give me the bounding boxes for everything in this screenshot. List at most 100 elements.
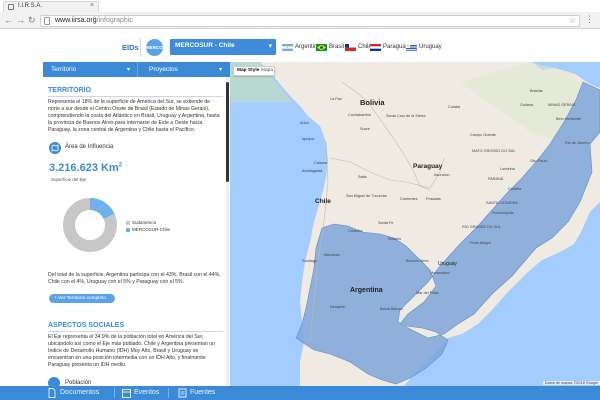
back-button[interactable]: ← [4, 15, 13, 25]
map-view[interactable]: Bolivia Paraguay Chile Argentina Uruguay… [230, 62, 600, 386]
panel-scrollbar[interactable] [226, 77, 229, 386]
sources-icon [178, 388, 187, 398]
eje-badge-icon: MERCOSUR [146, 39, 172, 56]
uruguay-flag-icon [406, 44, 417, 51]
area-sublabel: Superficie del Eje [51, 177, 87, 182]
map-label-florianopolis: Florianópolis [492, 211, 514, 215]
legend-label: MERCOSUR-Chile [132, 227, 171, 232]
footer-label: Documentos [60, 389, 100, 396]
page-favicon-icon [8, 4, 14, 10]
map-label-cochabamba: Cochabamba [348, 113, 371, 117]
map-label-calama: Calama [314, 161, 328, 165]
document-icon [48, 388, 56, 398]
map-label-posadas: Posadas [426, 197, 441, 201]
footer-label: Eventos [134, 389, 160, 396]
map-label-corrientes: Corrientes [400, 197, 418, 201]
header-divider [140, 38, 141, 56]
area-number: 3.216.623 Km [49, 162, 119, 174]
map-label-rio-grande-do-sul: RIO GRANDE DO SUL [462, 225, 501, 229]
chevron-down-icon: ▾ [127, 67, 131, 73]
map-label-asuncion: Asunción [434, 173, 450, 177]
map-label-mendoza: Mendoza [324, 253, 341, 257]
map-label-londrina: Londrina [500, 167, 516, 171]
map-label-bahia-blanca: Bahía Blanca [380, 307, 403, 311]
map-label-goiania: Goiânia [520, 103, 534, 107]
bookmark-star-icon[interactable]: ☆ [569, 16, 576, 25]
territorio-text: Representa el 18% de la superficie de Am… [48, 99, 220, 133]
chile-flag-icon [345, 44, 356, 51]
address-bar-row: ← → ↻ www.iirsa.org/infographic ☆ ⋮ [0, 12, 600, 29]
tab-territorio[interactable]: Territorio [51, 66, 76, 73]
map-style-control[interactable]: Map Style Mapa [233, 66, 275, 76]
map-label-santa-fe: Santa Fe [378, 221, 393, 225]
footer-label: Fuentes [190, 389, 216, 396]
map-label-chile: Chile [315, 198, 331, 205]
map-area-icon [49, 142, 61, 154]
section-divider [48, 96, 223, 97]
tab-divider [137, 62, 138, 77]
map-label-paraguay: Paraguay [413, 163, 443, 170]
map-label-tucuman: San Miguel de Tucumán [346, 194, 387, 198]
map-label-la-paz: La Paz [330, 97, 342, 101]
ver-territorio-button[interactable]: + Ver Territorio completo [49, 294, 115, 303]
legend-swatch [126, 221, 130, 225]
eje-select[interactable]: MERCOSUR - Chile ▾ [170, 39, 276, 55]
url-input[interactable]: www.iirsa.org/infographic ☆ [40, 15, 580, 27]
scrollbar-thumb[interactable] [226, 82, 229, 182]
browser-tab[interactable]: I.I.R.S.A. × [3, 1, 99, 12]
url-path: /infographic [96, 17, 133, 24]
map-label-parana: PARANÁ [488, 177, 504, 181]
area-donut-chart [63, 198, 117, 252]
map-canvas[interactable]: Bolivia Paraguay Chile Argentina Uruguay… [230, 62, 600, 386]
chevron-down-icon: ▾ [219, 67, 223, 73]
country-label: Uruguay [419, 44, 442, 50]
map-label-santiago: Santiago [302, 259, 317, 263]
legend-swatch [126, 228, 130, 232]
eje-select-value: MERCOSUR - Chile [175, 42, 235, 49]
map-attribution: Datos de mapas ©2018 Google [542, 381, 600, 385]
close-tab-icon[interactable]: × [90, 2, 94, 9]
reload-button[interactable]: ↻ [28, 15, 36, 25]
map-label-antofagasta: Antofagasta [302, 169, 323, 173]
tab-bar: I.I.R.S.A. × [0, 0, 600, 12]
panel-tabs: Territorio ▾ Proyectos ▾ [43, 62, 230, 77]
paraguay-flag-icon [370, 44, 381, 51]
map-label-buenos-aires: Buenos Aires [406, 259, 428, 263]
url-host: www.iirsa.org [55, 17, 97, 24]
footer-bar: Documentos Eventos Fuentes [0, 386, 600, 400]
map-label-belo-horizonte: Belo Horizonte [556, 117, 581, 121]
browser-menu-icon[interactable]: ⋮ [585, 14, 594, 24]
tab-proyectos[interactable]: Proyectos [149, 66, 178, 73]
map-label-rosario: Rosario [388, 237, 401, 241]
info-panel: Territorio ▾ Proyectos ▾ TERRITORIO Repr… [43, 62, 230, 386]
aspectos-sociales-text: El Eje representa el 34.9% de la poblaci… [48, 334, 215, 368]
land-south [300, 362, 322, 386]
area-influencia-label: Área de Influencia [65, 144, 114, 150]
map-label-santa-cruz: Santa Cruz de la Sierra [386, 114, 426, 118]
browser-window: I.I.R.S.A. × ← → ↻ www.iirsa.org/infogra… [0, 0, 600, 400]
map-label-sao-paulo: São Paulo [530, 159, 548, 163]
map-style-map-option[interactable]: Map Style [237, 68, 259, 73]
distribution-text: Del total de la superficie, Argentina pa… [48, 272, 221, 285]
map-label-salta: Salta [358, 175, 368, 179]
country-label: Paraguay [383, 44, 409, 50]
map-label-neuquen: Neuquén [330, 305, 345, 309]
map-label-arica: Arica [300, 121, 310, 125]
map-label-brasilia: Brasília [530, 89, 544, 93]
calendar-icon [122, 389, 131, 398]
country-label: Brasil [329, 44, 345, 50]
argentina-flag-icon [282, 44, 293, 51]
section-divider [48, 331, 223, 332]
map-label-mar-del-plata: Mar del Plata [416, 291, 439, 295]
tab-title: I.I.R.S.A. [18, 3, 43, 9]
eids-label[interactable]: EIDs [122, 43, 139, 52]
map-style-plain-option[interactable]: Mapa [261, 68, 273, 73]
map-label-mato-grosso-do-sul: MATO GROSSO DO SUL [472, 149, 516, 153]
map-label-minas-gerais: MINAS GERAIS [548, 103, 576, 107]
footer-divider [114, 388, 115, 398]
forward-button[interactable]: → [16, 15, 25, 25]
map-label-sucre: Sucre [360, 127, 370, 131]
map-label-bolivia: Bolivia [360, 98, 385, 107]
area-value: 3.216.623 Km2 [49, 162, 122, 174]
page-icon [44, 17, 50, 25]
